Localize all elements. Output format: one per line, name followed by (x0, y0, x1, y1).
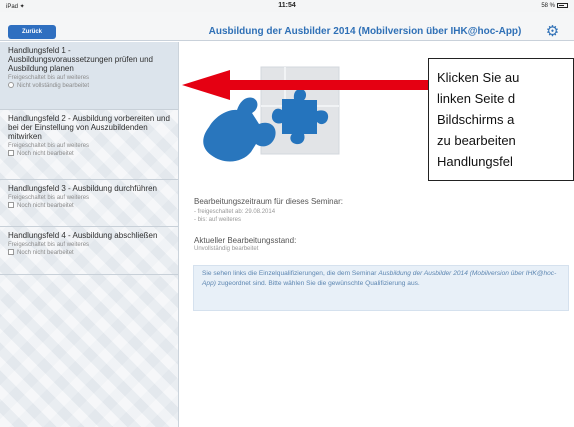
red-arrow-head (182, 70, 230, 100)
sidebar-item-title: Handlungsfeld 3 - Ausbildung durchführen (8, 184, 157, 193)
instruction-line: Handlungsfel (437, 154, 513, 169)
sidebar-item-handlungsfeld-2[interactable]: Handlungsfeld 2 - Ausbildung vorbereiten… (0, 110, 178, 180)
instruction-callout: Klicken Sie au linken Seite d Bildschirm… (428, 58, 574, 181)
sidebar: Handlungsfeld 1 - Ausbildungsvoraussetzu… (0, 42, 179, 427)
seminar-period-label: Bearbeitungszeitraum für dieses Seminar: (194, 197, 343, 206)
sidebar-item-status: Noch nicht bearbeitet (8, 202, 171, 210)
freigeschaltet-text: - freigeschaltet ab: 29.08.2014 (194, 209, 276, 215)
back-button[interactable]: Zurück (8, 25, 56, 39)
current-status-value: Unvollständig bearbeitet (194, 246, 259, 252)
red-arrow (230, 80, 428, 90)
sidebar-item-status: Noch nicht bearbeitet (8, 150, 171, 158)
sidebar-item-handlungsfeld-4[interactable]: Handlungsfeld 4 - Ausbildung abschließen… (0, 227, 178, 275)
status-indicator-icon (8, 82, 14, 88)
instruction-line: Klicken Sie au (437, 70, 520, 85)
sidebar-item-sub: Freigeschaltet bis auf weiteres (8, 195, 90, 201)
sidebar-item-status: Nicht vollständig bearbeitet (8, 82, 171, 90)
instruction-line: Bildschirms a (437, 112, 515, 127)
status-checkbox-icon (8, 249, 14, 255)
sidebar-item-sub: Freigeschaltet bis auf weiteres (8, 75, 90, 81)
sidebar-item-sub: Freigeschaltet bis auf weiteres (8, 143, 90, 149)
status-bar: iPad ✦ 11:54 58 % (0, 0, 574, 12)
sidebar-item-handlungsfeld-1[interactable]: Handlungsfeld 1 - Ausbildungsvoraussetzu… (0, 42, 178, 110)
info-text-suffix: zugeordnet sind. Bitte wählen Sie die ge… (215, 280, 420, 287)
sidebar-item-title: Handlungsfeld 2 - Ausbildung vorbereiten… (8, 114, 170, 141)
gear-icon[interactable]: ⚙ (544, 23, 561, 40)
current-status-label: Aktueller Bearbeitungsstand: (194, 236, 297, 245)
ipad-app-screen: iPad ✦ 11:54 58 % Zurück Ausbildung der … (0, 0, 574, 427)
sidebar-item-status: Noch nicht bearbeitet (8, 249, 171, 257)
battery-status: 58 % (541, 3, 568, 9)
sidebar-item-handlungsfeld-3[interactable]: Handlungsfeld 3 - Ausbildung durchführen… (0, 180, 178, 227)
status-checkbox-icon (8, 150, 14, 156)
page-title: Ausbildung der Ausbilder 2014 (Mobilvers… (208, 26, 522, 37)
battery-icon (557, 3, 568, 8)
sidebar-item-sub: Freigeschaltet bis auf weiteres (8, 242, 90, 248)
instruction-line: zu bearbeiten (437, 133, 516, 148)
clock: 11:54 (278, 2, 296, 9)
info-box: Sie sehen links die Einzelqualifizierung… (193, 265, 569, 311)
bis-text: - bis: auf weiteres (194, 217, 242, 223)
instruction-line: linken Seite d (437, 91, 516, 106)
sidebar-item-title: Handlungsfeld 4 - Ausbildung abschließen (8, 231, 158, 240)
status-checkbox-icon (8, 202, 14, 208)
info-text-prefix: Sie sehen links die Einzelqualifizierung… (202, 270, 379, 277)
sidebar-item-title: Handlungsfeld 1 - Ausbildungsvoraussetzu… (8, 46, 153, 73)
